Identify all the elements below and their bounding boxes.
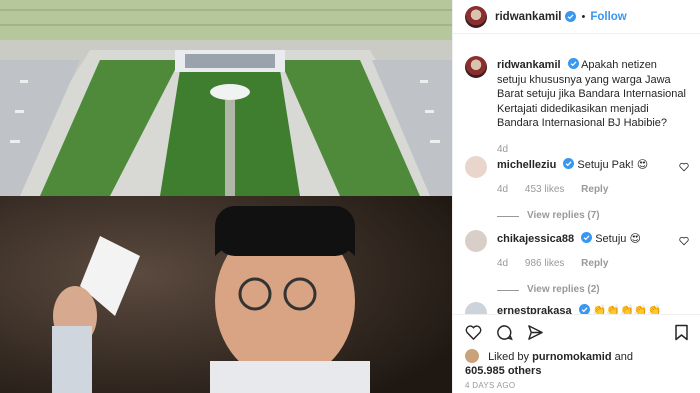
comment-username[interactable]: ernestprakasa xyxy=(497,305,572,314)
airport-rendering-image xyxy=(0,0,452,196)
heart-icon[interactable] xyxy=(679,162,689,172)
comment-age: 4d xyxy=(497,183,509,195)
post-timestamp: 4 DAYS AGO xyxy=(465,381,516,390)
post-footer: Liked by purnomokamid and 605.985 others… xyxy=(453,314,700,393)
verified-badge-icon xyxy=(581,232,593,243)
verified-badge-icon xyxy=(565,11,577,22)
action-bar xyxy=(465,324,544,341)
comment-text: Setuju Pak! 😍 xyxy=(577,159,649,171)
view-replies-label: View replies (7) xyxy=(527,210,600,221)
liked-count[interactable]: 605.985 others xyxy=(465,365,541,377)
author-avatar[interactable] xyxy=(465,5,487,28)
post-panel: ridwankamil • Follow ridwankamil Apakah … xyxy=(452,0,700,393)
comment-avatar[interactable] xyxy=(465,156,487,178)
comment-avatar[interactable] xyxy=(465,230,487,252)
comments-list[interactable]: ridwankamil Apakah netizen setuju khusus… xyxy=(453,44,700,314)
comment-username[interactable]: michelleziu xyxy=(497,159,556,171)
comment-text: 👏👏👏👏👏 xyxy=(592,305,662,314)
caption-username[interactable]: ridwankamil xyxy=(497,59,561,71)
habibie-photo-image xyxy=(0,196,452,393)
follow-button[interactable]: Follow xyxy=(590,11,626,23)
comment-avatar[interactable] xyxy=(465,302,487,314)
comment-icon[interactable] xyxy=(496,324,513,341)
author-username[interactable]: ridwankamil xyxy=(495,11,561,23)
view-replies-line xyxy=(497,289,519,291)
post-header: ridwankamil • Follow xyxy=(453,0,700,34)
separator-dot: • xyxy=(581,10,586,23)
comment-likes[interactable]: 986 likes xyxy=(525,258,564,269)
verified-badge-icon xyxy=(563,158,575,169)
reply-button[interactable]: Reply xyxy=(581,258,608,269)
view-replies-label: View replies (2) xyxy=(527,284,600,295)
liker-avatar[interactable] xyxy=(465,349,479,363)
comment-likes[interactable]: 453 likes xyxy=(525,184,564,195)
view-replies-button[interactable]: View replies (7) xyxy=(497,209,687,224)
likes-summary: Liked by purnomokamid and 605.985 others xyxy=(465,349,695,378)
liked-user[interactable]: purnomokamid xyxy=(532,351,611,363)
comment-username[interactable]: chikajessica88 xyxy=(497,233,574,245)
liked-and: and xyxy=(614,351,633,363)
heart-icon[interactable] xyxy=(679,236,689,246)
comment-age: 4d xyxy=(497,257,509,269)
view-replies-button[interactable]: View replies (2) xyxy=(497,283,687,298)
reply-button[interactable]: Reply xyxy=(581,184,608,195)
liked-prefix: Liked by xyxy=(488,351,530,363)
verified-badge-icon xyxy=(567,58,579,69)
caption-avatar[interactable] xyxy=(465,56,487,78)
share-icon[interactable] xyxy=(527,324,544,341)
heart-icon[interactable] xyxy=(465,324,482,341)
caption-age: 4d xyxy=(497,143,509,155)
view-replies-line xyxy=(497,215,519,217)
comment-text: Setuju 😍 xyxy=(595,233,641,245)
bookmark-icon[interactable] xyxy=(674,324,689,341)
verified-badge-icon xyxy=(578,304,590,314)
post-media[interactable] xyxy=(0,0,452,393)
